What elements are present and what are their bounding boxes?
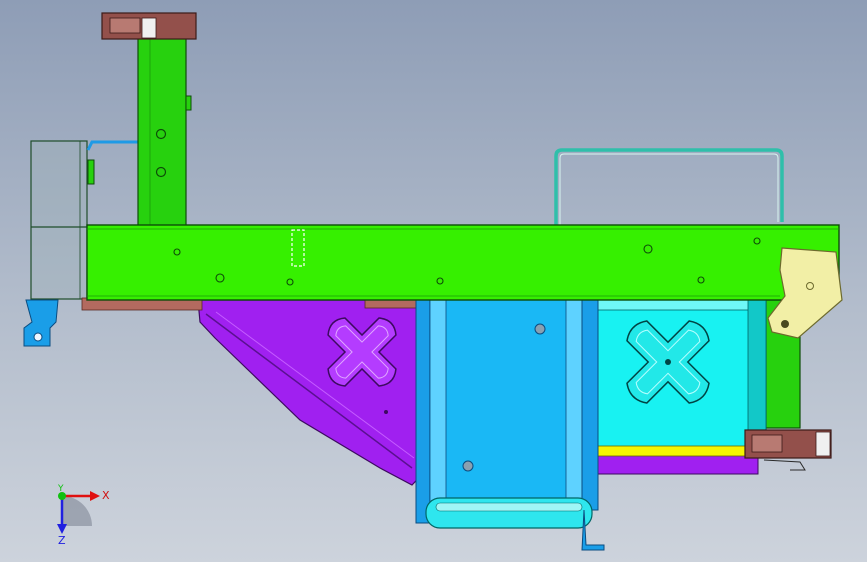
right-end-cap[interactable] (744, 429, 832, 459)
channel-hole (462, 460, 474, 472)
gusset-hole (384, 410, 388, 414)
post-clip[interactable] (185, 95, 192, 111)
triangular-gusset[interactable] (197, 299, 431, 486)
right-cap-tab (763, 459, 806, 471)
triad-z-label: Z (58, 534, 66, 547)
coordinate-triad[interactable]: X Y Z (57, 484, 110, 547)
rear-frame-rail[interactable] (554, 148, 784, 225)
center-channel[interactable] (415, 297, 599, 524)
post-clip-left[interactable] (87, 159, 95, 185)
channel-hole (534, 323, 546, 335)
channel-bottom-pan[interactable] (425, 497, 593, 529)
main-beam[interactable] (86, 224, 840, 301)
cad-viewport[interactable]: X Y Z (0, 0, 867, 562)
triad-shadow-arc (62, 496, 92, 526)
cad-model[interactable]: X Y Z (0, 0, 867, 562)
left-frame-panel[interactable] (30, 140, 88, 300)
vertical-post[interactable] (137, 37, 187, 229)
tank-yellow-strip[interactable] (589, 445, 751, 457)
coolant-pipe[interactable] (86, 140, 138, 151)
foot-bracket-hole (33, 332, 43, 342)
post-top-cap[interactable] (101, 12, 197, 40)
triad-y-label: Y (57, 484, 64, 494)
triad-x-label: X (102, 489, 110, 502)
